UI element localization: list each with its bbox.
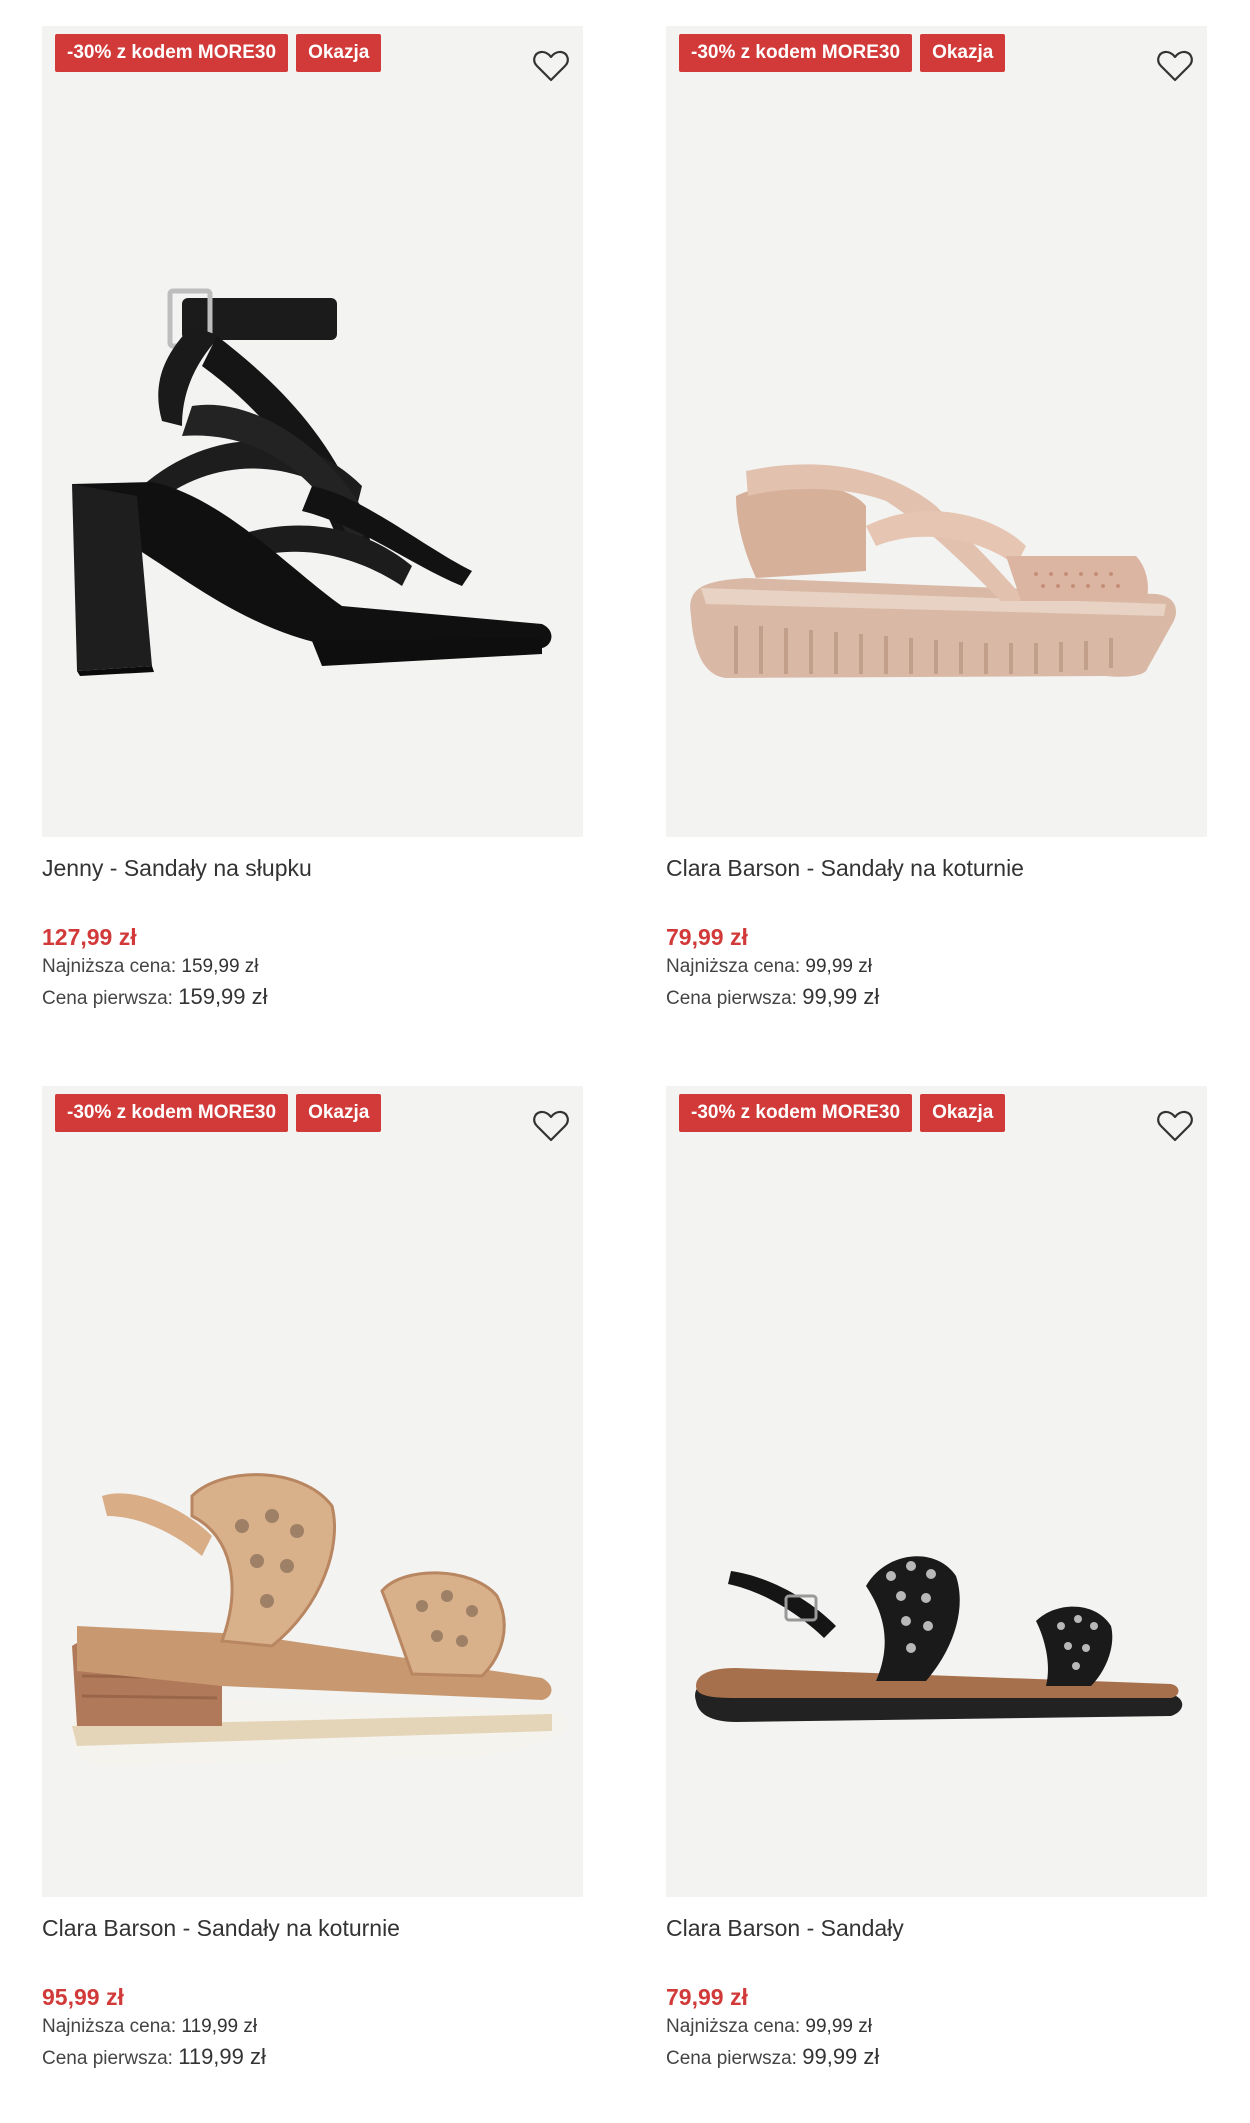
current-price: 95,99 zł: [42, 1984, 124, 2010]
product-name[interactable]: Clara Barson - Sandały: [666, 1911, 1207, 1945]
discount-code-badge: -30% z kodem MORE30: [679, 1094, 913, 1132]
first-price-label: Cena pierwsza:: [666, 988, 797, 1009]
lowest-price-label: Najniższa cena:: [42, 956, 177, 977]
wishlist-button[interactable]: [529, 1104, 573, 1148]
discount-code-badge: -30% z kodem MORE30: [55, 34, 289, 72]
discount-code-badge: -30% z kodem MORE30: [679, 34, 913, 72]
lowest-price-value: 119,99 zł: [181, 2016, 258, 2037]
lowest-price-label: Najniższa cena:: [42, 2016, 177, 2037]
product-card[interactable]: -30% z kodem MORE30 Okazja Jenny - Sanda…: [42, 26, 583, 1014]
product-card[interactable]: -30% z kodem MORE30 Okazja Clara Barson …: [666, 1086, 1207, 2074]
promo-badges: -30% z kodem MORE30 Okazja: [679, 1094, 1006, 1132]
product-image-area[interactable]: -30% z kodem MORE30 Okazja: [42, 26, 583, 837]
first-price-value: 119,99 zł: [178, 2044, 266, 2069]
lowest-price: Najniższa cena: 119,99 zł: [42, 2012, 583, 2042]
heart-outline-icon: [1157, 50, 1193, 82]
lowest-price-value: 99,99 zł: [805, 956, 872, 977]
product-image: [690, 464, 1176, 678]
wishlist-button[interactable]: [1153, 1104, 1197, 1148]
product-card[interactable]: -30% z kodem MORE30 Okazja Clara Barson …: [42, 1086, 583, 2074]
first-price-label: Cena pierwsza:: [666, 2048, 797, 2069]
first-price-value: 99,99 zł: [802, 984, 880, 1009]
current-price: 79,99 zł: [666, 924, 748, 950]
lowest-price: Najniższa cena: 99,99 zł: [666, 952, 1207, 982]
lowest-price-value: 159,99 zł: [181, 956, 259, 977]
promo-badges: -30% z kodem MORE30 Okazja: [55, 34, 382, 72]
lowest-price-label: Najniższa cena:: [666, 2016, 801, 2037]
first-price: Cena pierwsza: 99,99 zł: [666, 2042, 1207, 2074]
heart-outline-icon: [533, 50, 569, 82]
product-image-area[interactable]: -30% z kodem MORE30 Okazja: [42, 1086, 583, 1897]
sale-badge: Okazja: [296, 1094, 382, 1132]
product-image: [72, 1473, 569, 1766]
discount-code-badge: -30% z kodem MORE30: [55, 1094, 289, 1132]
product-image-area[interactable]: -30% z kodem MORE30 Okazja: [666, 26, 1207, 837]
product-image: [695, 1556, 1183, 1722]
product-card[interactable]: -30% z kodem MORE30 Okazja Clara Barson …: [666, 26, 1207, 1014]
product-name[interactable]: Clara Barson - Sandały na koturnie: [42, 1911, 583, 1945]
first-price-label: Cena pierwsza:: [42, 988, 173, 1009]
lowest-price-label: Najniższa cena:: [666, 956, 801, 977]
product-name[interactable]: Clara Barson - Sandały na koturnie: [666, 851, 1207, 885]
product-name[interactable]: Jenny - Sandały na słupku: [42, 851, 583, 885]
sale-badge: Okazja: [296, 34, 382, 72]
sale-badge: Okazja: [920, 34, 1006, 72]
first-price-value: 99,99 zł: [802, 2044, 880, 2069]
first-price-label: Cena pierwsza:: [42, 2048, 173, 2069]
first-price: Cena pierwsza: 159,99 zł: [42, 982, 583, 1014]
product-image: [72, 288, 552, 676]
lowest-price: Najniższa cena: 99,99 zł: [666, 2012, 1207, 2042]
heart-outline-icon: [533, 1110, 569, 1142]
wishlist-button[interactable]: [1153, 44, 1197, 88]
first-price-value: 159,99 zł: [178, 984, 268, 1009]
promo-badges: -30% z kodem MORE30 Okazja: [679, 34, 1006, 72]
promo-badges: -30% z kodem MORE30 Okazja: [55, 1094, 382, 1132]
heart-outline-icon: [1157, 1110, 1193, 1142]
first-price: Cena pierwsza: 99,99 zł: [666, 982, 1207, 1014]
sale-badge: Okazja: [920, 1094, 1006, 1132]
lowest-price-value: 99,99 zł: [805, 2016, 872, 2037]
product-image-area[interactable]: -30% z kodem MORE30 Okazja: [666, 1086, 1207, 1897]
current-price: 127,99 zł: [42, 924, 137, 950]
current-price: 79,99 zł: [666, 1984, 748, 2010]
first-price: Cena pierwsza: 119,99 zł: [42, 2042, 583, 2074]
lowest-price: Najniższa cena: 159,99 zł: [42, 952, 583, 982]
wishlist-button[interactable]: [529, 44, 573, 88]
